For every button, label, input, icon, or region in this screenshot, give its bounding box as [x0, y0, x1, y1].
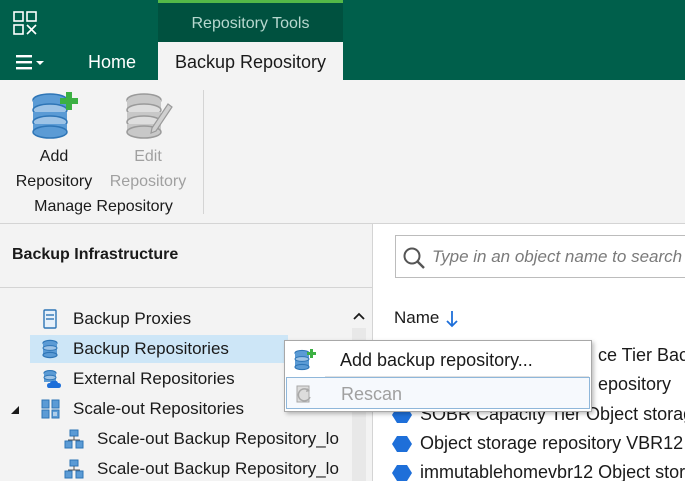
list-item-label: immutablehomevbr12 Object storage [420, 462, 685, 481]
tree-item-label: Scale-out Repositories [73, 399, 245, 418]
database-icon [42, 339, 58, 359]
scaleout-node-icon [64, 459, 84, 479]
edit-repository-button[interactable]: Edit Repository [102, 90, 194, 194]
context-menu-rescan[interactable]: Rescan [286, 377, 590, 409]
add-database-icon [294, 349, 316, 371]
main-menu-icon[interactable] [14, 51, 48, 73]
search-box[interactable]: Type in an object name to search for [395, 235, 685, 278]
tree-item-backup-repositories[interactable]: Backup Repositories [30, 335, 288, 363]
object-storage-icon [392, 465, 412, 481]
scroll-up-icon[interactable] [350, 304, 368, 328]
nav-divider [0, 287, 372, 288]
context-menu-add-label: Add backup repository... [340, 350, 533, 370]
ribbon: Add Repository Edit Repository Manage Re… [0, 80, 685, 224]
sort-descending-icon[interactable] [446, 310, 458, 328]
cloud-database-icon [43, 370, 61, 388]
manage-repository-group-label: Manage Repository [34, 198, 173, 215]
tree-item-label: Backup Proxies [73, 309, 192, 328]
object-storage-icon [392, 436, 412, 452]
scaleout-icon [41, 399, 60, 419]
rescan-icon [296, 385, 311, 403]
scaleout-node-icon [64, 429, 84, 449]
add-repository-line1: Add [39, 148, 69, 165]
tree-item-label: Scale-out Backup Repository_lo [97, 459, 339, 478]
tab-home[interactable]: Home [88, 42, 136, 80]
context-menu-rescan-label: Rescan [341, 384, 403, 404]
column-header-name[interactable]: Name [394, 308, 439, 328]
add-repository-line2: Repository [15, 173, 93, 190]
context-menu-add-backup-repository[interactable]: Add backup repository... [286, 344, 590, 376]
title-bar: Repository Tools [0, 0, 685, 42]
nav-title: Backup Infrastructure [12, 246, 179, 263]
search-icon [403, 247, 425, 269]
add-repository-button[interactable]: Add Repository [8, 90, 100, 194]
tree-item-scale-out-backup-repository-2[interactable]: Scale-out Backup Repository_lo [60, 455, 350, 481]
tree-item-label: External Repositories [73, 369, 235, 388]
repository-tools-context-group: Repository Tools [158, 0, 343, 42]
list-item-label: epository [598, 374, 672, 394]
search-input[interactable]: Type in an object name to search for [432, 247, 685, 267]
add-database-icon [32, 92, 78, 139]
edit-repository-line1: Edit [134, 148, 162, 165]
tree-item-label: Scale-out Backup Repository_lo [97, 429, 339, 448]
tree-item-scale-out-backup-repository-1[interactable]: Scale-out Backup Repository_lo [60, 425, 350, 453]
ribbon-separator [203, 90, 204, 214]
edit-repository-line2: Repository [109, 173, 187, 190]
ribbon-tabs: Home Backup Repository [0, 42, 685, 80]
list-item-label: ce Tier Back [598, 345, 685, 365]
tree-item-backup-proxies[interactable]: Backup Proxies [30, 305, 350, 333]
list-item-label: Object storage repository VBR12 [420, 433, 684, 453]
tab-backup-repository[interactable]: Backup Repository [158, 42, 343, 80]
app-logo-icon [13, 11, 37, 35]
repository-tools-label: Repository Tools [191, 15, 310, 32]
tree-item-label: Backup Repositories [73, 339, 229, 358]
expand-arrow-icon[interactable] [10, 405, 20, 415]
server-icon [43, 309, 57, 329]
context-menu: Add backup repository... Rescan [284, 340, 592, 412]
edit-database-icon [126, 93, 173, 139]
